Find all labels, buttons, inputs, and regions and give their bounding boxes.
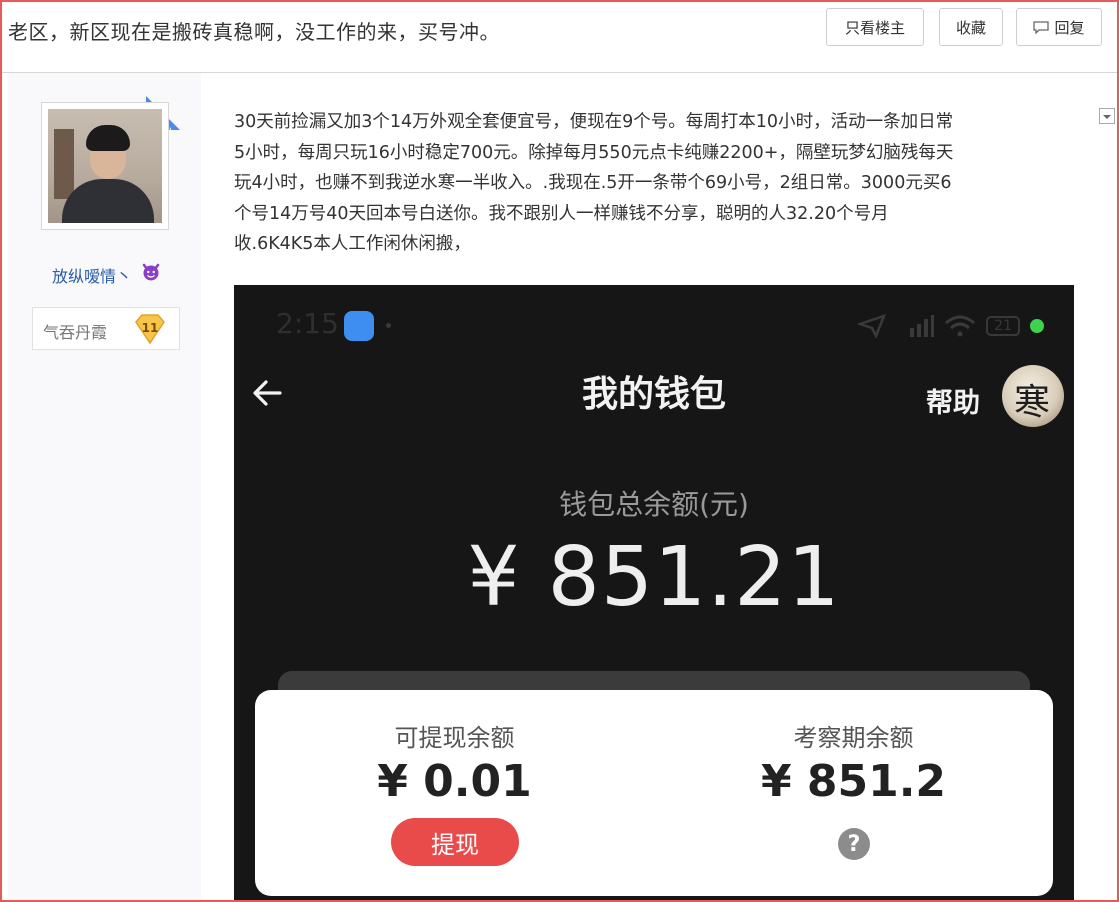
game-avatar-glyph: 寒: [1014, 382, 1051, 423]
forum-post-frame: 老区，新区现在是搬砖真稳啊，没工作的来，买号冲。 只看楼主 收藏 回复 楼主 放…: [0, 0, 1119, 902]
balance-card: 可提现余额 ¥ 0.01 提现 考察期余额 ¥ 851.2 ?: [255, 690, 1053, 896]
game-avatar: 寒: [1002, 365, 1064, 427]
avatar-image: [48, 109, 162, 223]
wifi-icon: [945, 315, 976, 337]
post-content: 30天前捡漏又加3个14万外观全套便宜号，便现在9个号。每周打本10小时，活动一…: [234, 107, 1094, 260]
withdraw-button: 提现: [391, 818, 519, 866]
more-options-icon[interactable]: [1099, 108, 1115, 124]
post-header: 老区，新区现在是搬砖真稳啊，没工作的来，买号冲。 只看楼主 收藏 回复: [2, 2, 1117, 73]
withdrawable-label: 可提现余额: [394, 724, 515, 752]
author-name[interactable]: 放纵嗳情丶: [52, 263, 132, 287]
question-icon: ?: [838, 828, 870, 860]
withdrawable-column: 可提现余额 ¥ 0.01 提现: [255, 690, 654, 896]
probation-label: 考察期余额: [793, 724, 914, 752]
reply-button[interactable]: 回复: [1016, 8, 1102, 46]
level-badge-icon: 11: [135, 314, 165, 345]
battery-icon: 21: [986, 316, 1020, 336]
avatar[interactable]: [41, 102, 169, 230]
app-notification-icon: [344, 311, 374, 341]
post-line: 收.6K4K5本人工作闲休闲搬，: [234, 234, 471, 254]
wallet-screenshot-image: 2:15 21 我的钱包 帮助 寒 钱包总余额(元) ¥ 851.21 可提现余…: [234, 285, 1074, 900]
post-line: 30天前捡漏又加3个14万外观全套便宜号，便现在9个号。每周打本10小时，活动一…: [234, 112, 954, 132]
reply-label: 回复: [1054, 18, 1085, 37]
user-level-box: 气吞丹霞 11: [32, 307, 180, 350]
only-owner-button[interactable]: 只看楼主: [826, 8, 924, 46]
post-title: 老区，新区现在是搬砖真稳啊，没工作的来，买号冲。: [8, 20, 500, 44]
status-dot: [386, 323, 391, 328]
signal-icon: [910, 315, 935, 337]
comment-icon: [1033, 20, 1050, 34]
status-time: 2:15: [276, 307, 339, 340]
privacy-indicator-dot: [1030, 319, 1044, 333]
status-indicators: 21: [858, 311, 1044, 341]
location-icon: [858, 314, 887, 338]
probation-column: 考察期余额 ¥ 851.2 ?: [654, 690, 1053, 896]
favorite-button[interactable]: 收藏: [939, 8, 1003, 46]
phone-status-bar: 2:15 21: [234, 285, 1074, 365]
level-number: 11: [142, 321, 159, 335]
level-title: 气吞丹霞: [43, 323, 108, 342]
devil-emoji-icon: [142, 263, 160, 281]
probation-amount: ¥ 851.2: [760, 756, 947, 807]
post-line: 5小时，每周只玩16小时稳定700元。除掉每月550元点卡纯赚2200+，隔壁玩…: [234, 142, 954, 163]
post-line: 玩4小时，也赚不到我逆水寒一半收入。.我现在.5开一条带个69小号，2组日常。3…: [234, 173, 952, 193]
post-line: 个号14万号40天回本号白送你。我不跟别人一样赚钱不分享，聪明的人32.20个号…: [234, 203, 889, 224]
total-balance-amount: ¥ 851.21: [467, 530, 841, 625]
help-label: 帮助: [926, 388, 980, 419]
withdrawable-amount: ¥ 0.01: [377, 756, 532, 807]
total-balance-label: 钱包总余额(元): [559, 488, 749, 521]
